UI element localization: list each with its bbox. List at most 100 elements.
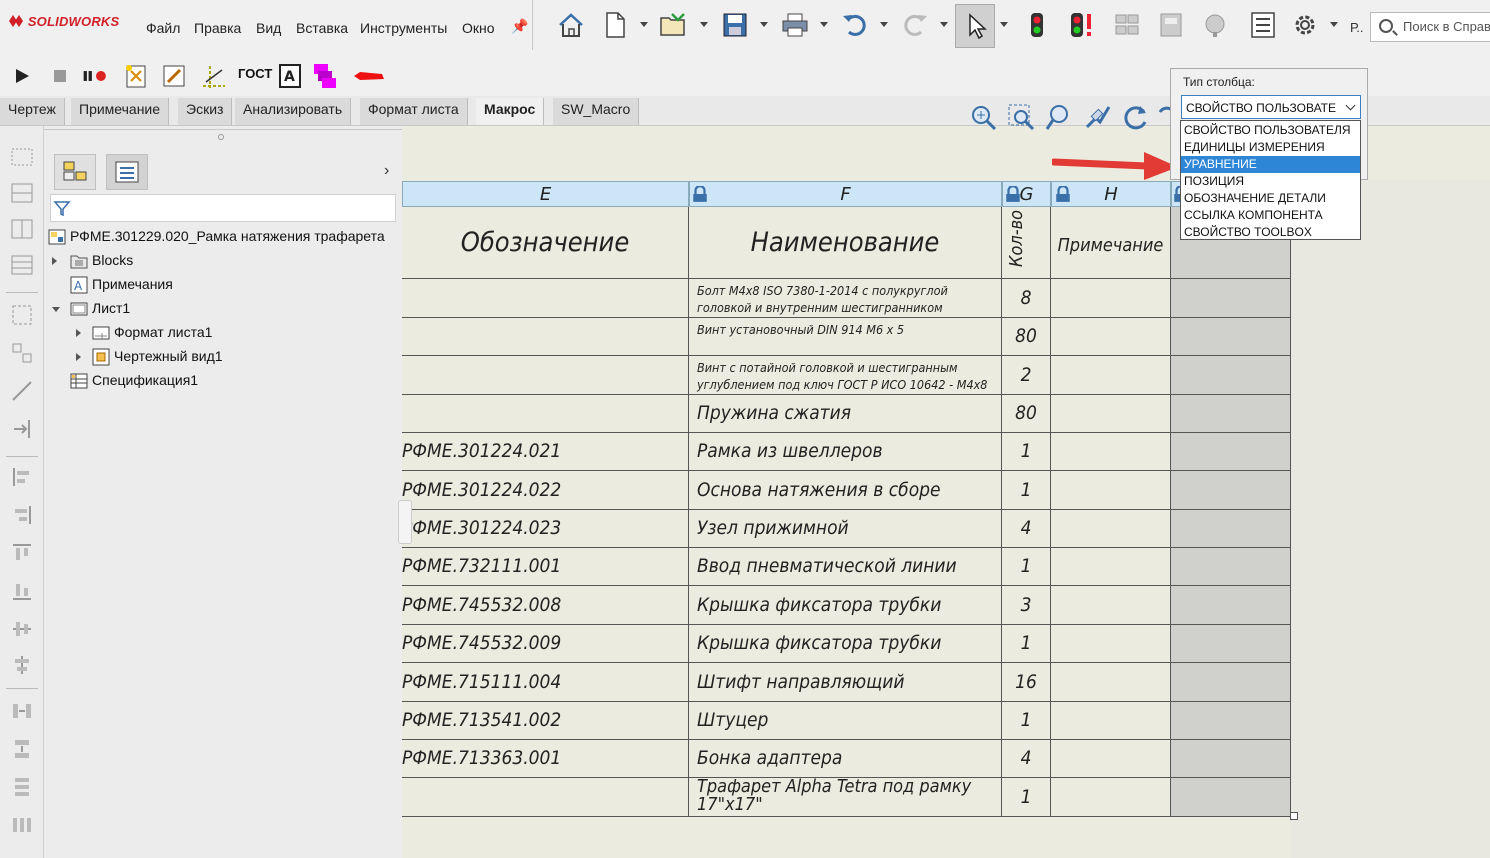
menu-file[interactable]: Файл — [146, 20, 180, 36]
menu-tools[interactable]: Инструменты — [360, 20, 447, 36]
column-letter-e[interactable]: E — [402, 181, 689, 207]
cell-extra[interactable] — [1171, 625, 1291, 663]
gost-button[interactable]: ГОСТ — [238, 66, 272, 81]
cell-note[interactable] — [1051, 279, 1171, 318]
zoom-to-fit-icon[interactable] — [968, 102, 998, 132]
cell-note[interactable] — [1051, 548, 1171, 586]
cell-designation[interactable]: РФМЕ.301224.021 — [402, 433, 689, 471]
cell-qty[interactable]: 1 — [1002, 625, 1051, 663]
distribute-horizontal-icon[interactable] — [9, 812, 35, 838]
align-center-h-icon[interactable] — [9, 652, 35, 678]
cell-name[interactable]: Крышка фиксатора трубки — [689, 625, 1002, 663]
cell-qty[interactable]: 1 — [1002, 471, 1051, 510]
option-item-number[interactable]: ПОЗИЦИЯ — [1181, 173, 1360, 190]
zoom-in-out-icon[interactable] — [1044, 102, 1074, 132]
options-icon[interactable] — [1156, 10, 1186, 40]
tab-sw-macro[interactable]: SW_Macro — [553, 98, 640, 125]
align-center-v-icon[interactable] — [9, 616, 35, 642]
option-toolbox-property[interactable]: СВОЙСТВО TOOLBOX — [1181, 224, 1360, 241]
rotate-view-icon[interactable] — [1120, 102, 1150, 132]
space-vertical-icon[interactable] — [9, 736, 35, 762]
cell-qty[interactable]: 80 — [1002, 318, 1051, 356]
cell-designation[interactable] — [402, 395, 689, 433]
cell-qty[interactable]: 3 — [1002, 586, 1051, 625]
new-dropdown-arrow[interactable] — [640, 22, 648, 27]
header-qty[interactable]: Кол-во — [1002, 207, 1051, 279]
cell-note[interactable] — [1051, 433, 1171, 471]
distribute-vertical-icon[interactable] — [9, 774, 35, 800]
pan-icon[interactable] — [1082, 102, 1112, 132]
cell-note[interactable] — [1051, 702, 1171, 740]
menu-insert[interactable]: Вставка — [296, 20, 348, 36]
cell-extra[interactable] — [1171, 433, 1291, 471]
cell-note[interactable] — [1051, 586, 1171, 625]
export-pdf-icon[interactable] — [312, 62, 340, 90]
cell-name[interactable]: Пружина сжатия — [689, 395, 1002, 433]
option-equation[interactable]: УРАВНЕНИЕ — [1181, 156, 1360, 173]
cell-extra[interactable] — [1171, 586, 1291, 625]
cell-name[interactable]: Штифт направляющий — [689, 663, 1002, 702]
cell-designation[interactable]: РФМЕ.745532.009 — [402, 625, 689, 663]
redo-icon[interactable] — [900, 10, 930, 40]
red-marker-icon[interactable] — [352, 62, 386, 90]
tree-root-drawing[interactable]: РФМЕ.301229.020_Рамка натяжения трафарет… — [48, 226, 402, 248]
cell-extra[interactable] — [1171, 471, 1291, 510]
cell-designation[interactable] — [402, 318, 689, 356]
cell-qty[interactable]: 1 — [1002, 702, 1051, 740]
align-right-edge-icon[interactable] — [9, 502, 35, 528]
cell-extra[interactable] — [1171, 702, 1291, 740]
edit-macro-icon[interactable] — [160, 62, 188, 90]
expand-twisty-icon[interactable] — [76, 329, 81, 337]
open-dropdown-arrow[interactable] — [700, 22, 708, 27]
tab-property-manager[interactable] — [106, 154, 148, 190]
format-a-icon[interactable]: A — [276, 62, 304, 90]
panel-grip[interactable] — [218, 134, 224, 140]
cell-name[interactable]: Винт установочный DIN 914 M6 x 5 — [689, 318, 1002, 356]
undo-dropdown-arrow[interactable] — [880, 22, 888, 27]
cell-extra[interactable] — [1171, 548, 1291, 586]
tab-macro[interactable]: Макрос — [476, 98, 545, 125]
cell-note[interactable] — [1051, 318, 1171, 356]
cell-name[interactable]: Рамка из швеллеров — [689, 433, 1002, 471]
cell-note[interactable] — [1051, 625, 1171, 663]
cell-note[interactable] — [1051, 395, 1171, 433]
new-document-icon[interactable] — [600, 10, 630, 40]
column-letter-f[interactable]: F — [689, 181, 1002, 207]
cell-name[interactable]: Винт с потайной головкой и шестигранным … — [689, 356, 1002, 395]
undo-icon[interactable] — [840, 10, 870, 40]
zoom-area-icon[interactable] — [1006, 102, 1036, 132]
tree-item-bom[interactable]: Спецификация1 — [70, 370, 400, 392]
space-horizontal-icon[interactable] — [9, 698, 35, 724]
tree-item-annotations[interactable]: A Примечания — [70, 274, 400, 296]
pin-icon[interactable]: 📌 — [511, 18, 528, 35]
unmerge-cells-icon[interactable] — [9, 340, 35, 366]
cell-designation[interactable]: РФМЕ.301224.022 — [402, 471, 689, 510]
cell-qty[interactable]: 1 — [1002, 548, 1051, 586]
cell-note[interactable] — [1051, 740, 1171, 778]
cell-name[interactable]: Болт М4х8 ISO 7380-1-2014 с полукруглой … — [689, 279, 1002, 318]
cell-qty[interactable]: 1 — [1002, 433, 1051, 471]
cell-qty[interactable]: 2 — [1002, 356, 1051, 395]
option-part-number[interactable]: ОБОЗНАЧЕНИЕ ДЕТАЛИ — [1181, 190, 1360, 207]
cell-qty[interactable]: 4 — [1002, 740, 1051, 778]
cell-note[interactable] — [1051, 471, 1171, 510]
cell-extra[interactable] — [1171, 510, 1291, 548]
select-tool-button[interactable] — [955, 4, 995, 48]
cell-designation[interactable]: РФМЕ.732111.001 — [402, 548, 689, 586]
cell-designation[interactable] — [402, 279, 689, 318]
tab-sheet-format[interactable]: Формат листа — [360, 98, 468, 125]
header-name[interactable]: Наименование — [689, 207, 1002, 279]
cell-name[interactable]: Бонка адаптера — [689, 740, 1002, 778]
run-macro-icon[interactable] — [8, 62, 36, 90]
menu-window[interactable]: Окно — [462, 20, 495, 36]
cell-name[interactable]: Узел прижимной — [689, 510, 1002, 548]
cell-name[interactable]: Трафарет Alpha Tetra под рамку 17"x17" — [689, 778, 1002, 817]
align-left-icon[interactable] — [9, 464, 35, 490]
expand-twisty-icon[interactable] — [52, 257, 57, 265]
print-dropdown-arrow[interactable] — [820, 22, 828, 27]
collapse-twisty-icon[interactable] — [52, 307, 60, 312]
align-right-icon[interactable] — [9, 416, 35, 442]
header-note[interactable]: Примечание — [1051, 207, 1171, 279]
cell-designation[interactable]: РФМЕ.713363.001 — [402, 740, 689, 778]
list-view-icon[interactable] — [1248, 10, 1278, 40]
